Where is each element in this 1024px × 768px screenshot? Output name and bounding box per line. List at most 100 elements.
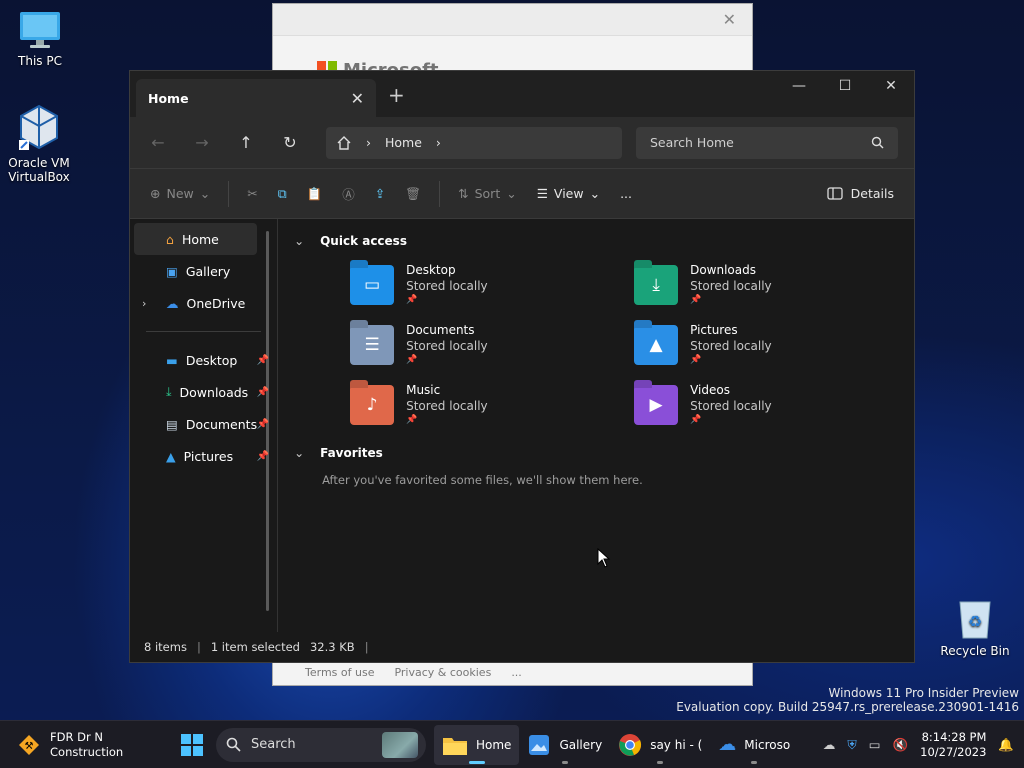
more-link[interactable]: ...	[511, 666, 522, 679]
weather-widget[interactable]: ⚒ FDR Dr N Construction	[0, 730, 170, 760]
privacy-link[interactable]: Privacy & cookies	[394, 666, 491, 679]
weather-subtitle: Construction	[50, 744, 124, 759]
search-input[interactable]: Search Home	[636, 126, 898, 159]
maximize-icon[interactable]: ☐	[822, 71, 868, 101]
item-status: Stored locally	[406, 279, 488, 293]
divider: |	[196, 640, 201, 654]
more-options-label: ...	[620, 186, 632, 201]
cut-button[interactable]: ✂	[241, 178, 263, 210]
rename-button[interactable]: Ⓐ	[336, 178, 361, 210]
back-icon[interactable]: ←	[138, 127, 178, 159]
content-pane[interactable]: ⌄ Quick access ▭ Desktop Stored locally 📌 …	[278, 219, 932, 632]
gallery-icon: ▣	[166, 263, 178, 279]
running-indicator	[657, 760, 664, 764]
chevron-down-icon[interactable]: ⌄	[294, 234, 306, 248]
close-window-icon[interactable]: ✕	[868, 71, 914, 101]
sidebar-item-downloads[interactable]: ⤓ Downloads 📌	[134, 376, 269, 408]
taskbar-app-onedrive[interactable]: ☁ Microso	[710, 725, 798, 765]
desktop-icon-this-pc[interactable]: This PC	[0, 10, 80, 68]
windows-watermark: Windows 11 Pro Insider Preview Evaluatio…	[676, 686, 1019, 714]
videos-folder-icon: ▶	[634, 385, 679, 425]
paste-button[interactable]: 📋	[301, 178, 329, 210]
taskbar-search[interactable]: Search	[216, 727, 426, 762]
share-button[interactable]: ⇪	[369, 178, 391, 210]
sidebar-item-documents[interactable]: ▤ Documents 📌	[134, 408, 269, 440]
item-name: Desktop	[406, 263, 456, 277]
chevron-down-icon[interactable]: ⌄	[294, 446, 306, 460]
taskbar-app-explorer[interactable]: Home	[434, 724, 520, 765]
divider	[146, 331, 262, 332]
trash-icon: 🗑	[405, 185, 422, 201]
item-name: Downloads	[690, 263, 756, 277]
favorites-header[interactable]: ⌄ Favorites	[294, 437, 918, 469]
document-icon: ▤	[166, 416, 178, 432]
clock[interactable]: 8:14:28 PM 10/27/2023	[920, 730, 986, 760]
quick-access-item[interactable]: ⤓ Downloads Stored locally 📌	[634, 257, 918, 317]
security-shield-icon[interactable]: ⛨	[847, 737, 856, 753]
desktop-icon-label: This PC	[18, 54, 62, 68]
chevron-right-icon[interactable]: ›	[142, 297, 146, 310]
construction-warning-icon: ⚒	[19, 734, 39, 755]
sidebar-item-gallery[interactable]: ▣ Gallery	[134, 255, 257, 287]
item-status: Stored locally	[690, 399, 772, 413]
quick-access-item[interactable]: ▲ Pictures Stored locally 📌	[634, 317, 918, 377]
divider: |	[364, 640, 369, 654]
system-tray: ☁ ⛨ ▭ 🔇 8:14:28 PM 10/27/2023 🔔	[823, 730, 1024, 760]
command-bar: ⊕ New ⌄ ✂ ⧉ 📋 Ⓐ ⇪ 🗑 ⇅ Sort ⌄ ☰ View ⌄ ..…	[130, 169, 914, 219]
start-button[interactable]	[172, 725, 212, 765]
scissors-icon: ✂	[247, 186, 258, 201]
terms-link[interactable]: Terms of use	[305, 666, 374, 679]
view-button[interactable]: ☰ View ⌄	[531, 178, 606, 210]
search-icon	[871, 136, 884, 149]
new-button-label: New	[166, 186, 194, 201]
onedrive-sync-icon[interactable]: ☁	[823, 737, 836, 752]
sidebar-item-label: Downloads	[179, 384, 249, 400]
sidebar-item-home[interactable]: ⌂ Home	[134, 223, 258, 255]
copy-button[interactable]: ⧉	[272, 178, 293, 210]
sidebar-item-desktop[interactable]: ▬ Desktop 📌	[134, 344, 269, 376]
refresh-icon[interactable]: ↻	[270, 127, 310, 159]
sidebar-item-onedrive[interactable]: › ☁ OneDrive	[134, 287, 257, 319]
item-name: Documents	[406, 323, 475, 337]
background-window-titlebar: ✕	[273, 4, 752, 36]
tab-home[interactable]: Home ✕	[136, 79, 376, 117]
desktop-icon-virtualbox[interactable]: Oracle VM VirtualBox	[0, 104, 79, 184]
new-button[interactable]: ⊕ New ⌄	[144, 178, 216, 210]
clipboard-icon: 📋	[306, 185, 323, 201]
quick-access-item[interactable]: ♪ Music Stored locally 📌	[350, 377, 634, 437]
more-options-button[interactable]: ...	[614, 178, 638, 210]
display-icon[interactable]: ▭	[869, 737, 881, 752]
sort-button[interactable]: ⇅ Sort ⌄	[452, 178, 523, 210]
search-icon	[226, 737, 241, 752]
quick-access-item[interactable]: ▶ Videos Stored locally 📌	[634, 377, 918, 437]
breadcrumb-home[interactable]: Home	[385, 135, 422, 150]
new-tab-icon[interactable]: +	[388, 83, 405, 107]
quick-access-item[interactable]: ☰ Documents Stored locally 📌	[350, 317, 634, 377]
running-indicator	[751, 760, 758, 764]
close-tab-icon[interactable]: ✕	[351, 89, 364, 108]
close-icon[interactable]: ✕	[723, 10, 736, 29]
details-button[interactable]: Details	[821, 178, 900, 210]
up-icon[interactable]: ↑	[226, 127, 266, 159]
quick-access-item[interactable]: ▭ Desktop Stored locally 📌	[350, 257, 634, 317]
sidebar-item-pictures[interactable]: ▲ Pictures 📌	[134, 440, 269, 472]
taskbar-app-gallery[interactable]: Gallery	[519, 725, 610, 765]
address-bar[interactable]: › Home ›	[326, 126, 622, 159]
minimize-icon[interactable]: —	[776, 71, 822, 101]
desktop-icon-recycle-bin[interactable]: ♻ Recycle Bin	[935, 596, 1015, 658]
volume-muted-icon[interactable]: 🔇	[893, 737, 909, 753]
delete-button[interactable]: 🗑	[399, 178, 427, 210]
navigation-pane[interactable]: ⌂ Home ▣ Gallery › ☁ OneDrive ▬ Desktop …	[130, 219, 279, 632]
item-status: Stored locally	[406, 339, 488, 353]
clock-date: 10/27/2023	[920, 744, 987, 759]
background-window-footer: Terms of use Privacy & cookies ...	[305, 666, 522, 679]
taskbar-app-chrome[interactable]: say hi - (	[610, 725, 710, 765]
home-icon	[337, 135, 351, 150]
file-explorer-window[interactable]: Home ✕ + — ☐ ✕ ← → ↑ ↻ › Home › Search H…	[129, 70, 915, 663]
svg-text:♻: ♻	[968, 612, 982, 631]
search-placeholder: Search Home	[650, 135, 734, 150]
forward-icon[interactable]: →	[182, 127, 222, 159]
taskbar-app-label: Microso	[744, 737, 791, 752]
quick-access-header[interactable]: ⌄ Quick access	[294, 225, 918, 257]
notification-bell-icon[interactable]: 🔔	[998, 737, 1014, 753]
